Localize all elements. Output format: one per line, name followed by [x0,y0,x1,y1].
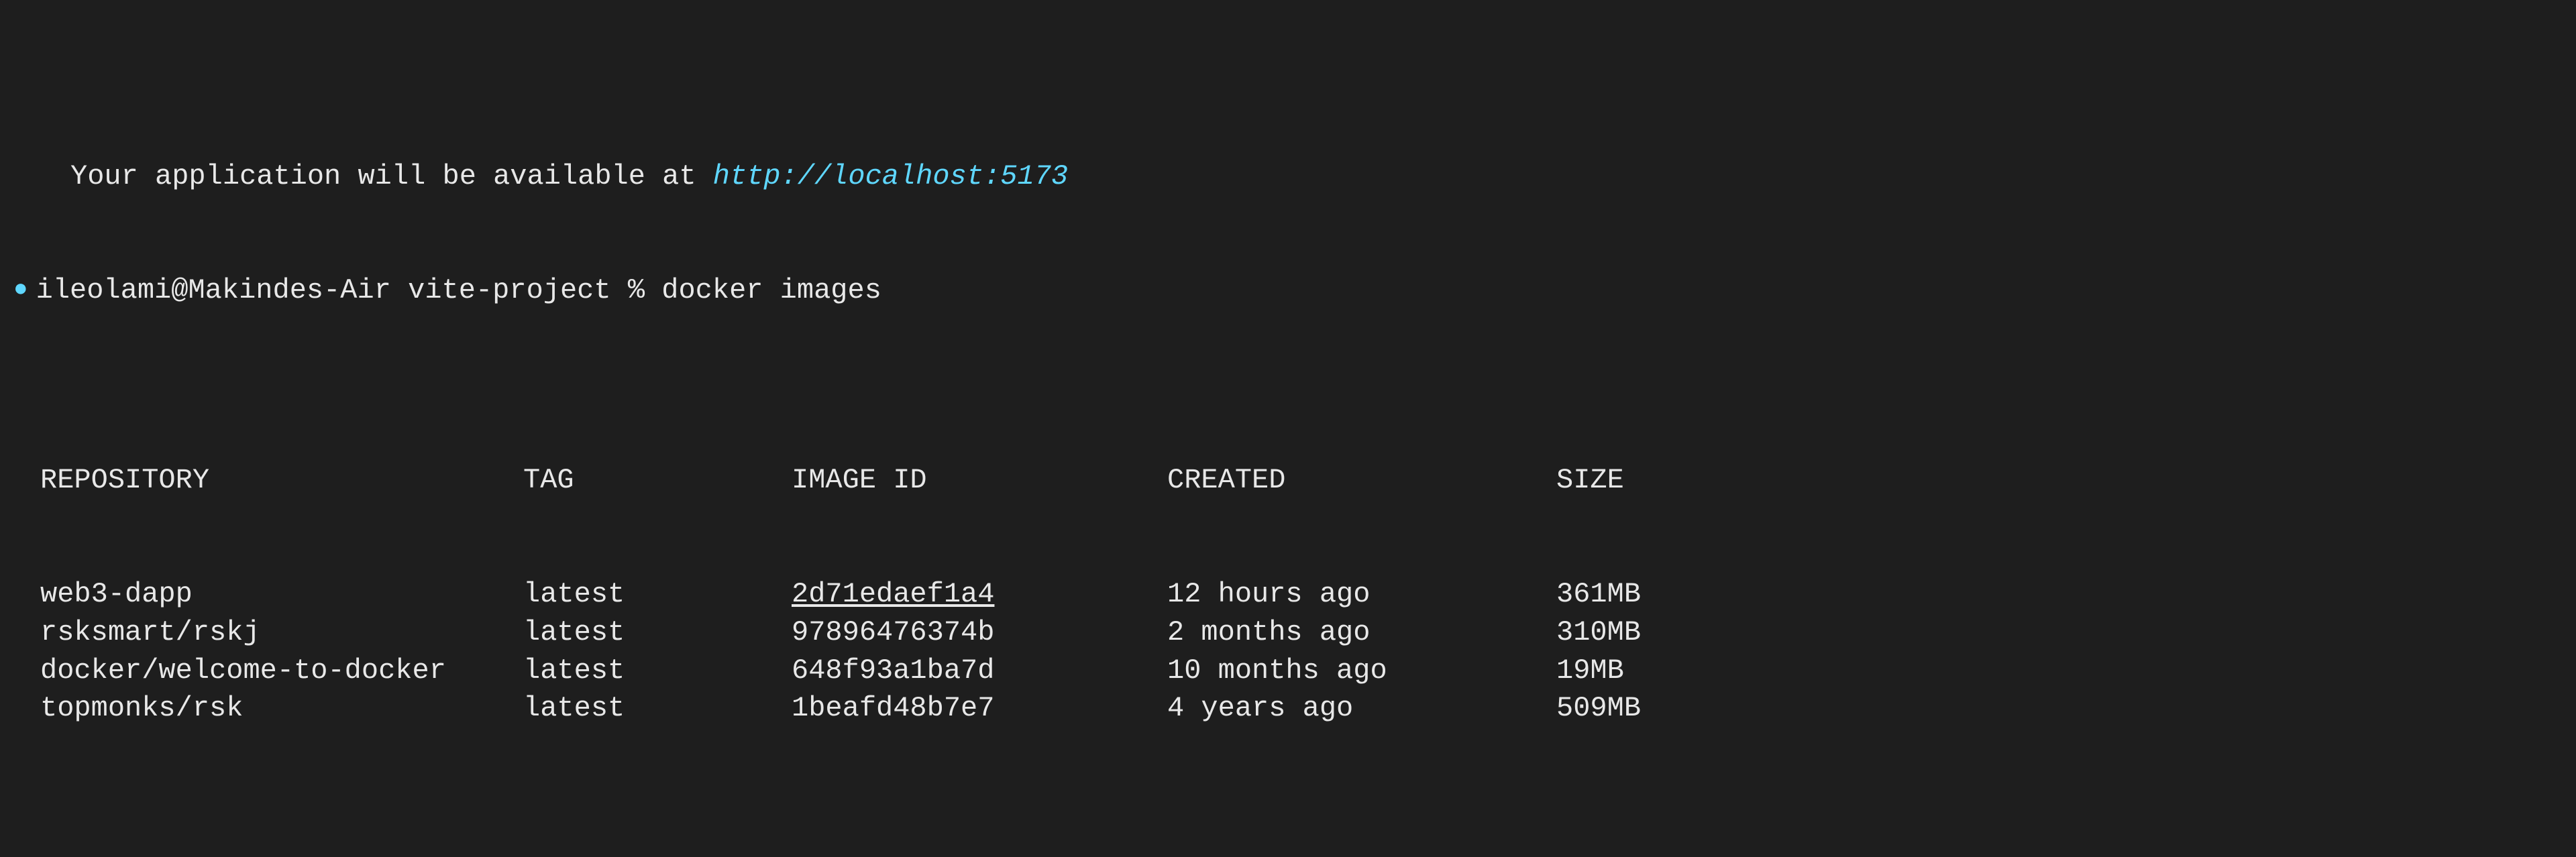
cell-tag: latest [523,575,792,614]
cell-image-id: 97896476374b [792,614,1167,652]
previous-output-text: Your application will be available at [70,160,713,192]
localhost-url: http://localhost:5173 [713,160,1068,192]
cell-tag: latest [523,614,792,652]
prompt-bullet-icon: ● [13,274,28,306]
prompt-host: Makindes-Air [188,274,390,306]
header-image-id: IMAGE ID [792,461,1167,500]
prompt-user: ileolami [36,274,172,306]
previous-output-line: Your application will be available at ht… [13,158,2563,196]
cell-image-id: 1beafd48b7e7 [792,689,1167,728]
header-repository: REPOSITORY [40,461,523,500]
prompt-line[interactable]: ●ileolami@Makindes-Air vite-project % do… [13,272,2563,310]
cell-size: 19MB [1556,652,2563,690]
table-row: rsksmart/rskjlatest97896476374b2 months … [40,614,2563,652]
table-header-row: REPOSITORYTAGIMAGE IDCREATEDSIZE [40,461,2563,500]
header-size: SIZE [1556,461,2563,500]
docker-images-output: REPOSITORYTAGIMAGE IDCREATEDSIZE web3-da… [13,386,2563,766]
cell-size: 310MB [1556,614,2563,652]
table-row: web3-dapplatest2d71edaef1a412 hours ago3… [40,575,2563,614]
cell-created: 10 months ago [1167,652,1556,690]
prompt-symbol: % [628,274,645,306]
cell-created: 4 years ago [1167,689,1556,728]
cell-image-id: 2d71edaef1a4 [792,575,1167,614]
cell-repository: web3-dapp [40,575,523,614]
cell-image-id: 648f93a1ba7d [792,652,1167,690]
cell-created: 2 months ago [1167,614,1556,652]
cell-tag: latest [523,689,792,728]
cell-repository: docker/welcome-to-docker [40,652,523,690]
prompt-at: @ [171,274,188,306]
cell-size: 361MB [1556,575,2563,614]
cell-repository: rsksmart/rskj [40,614,523,652]
header-tag: TAG [523,461,792,500]
cell-tag: latest [523,652,792,690]
table-row: topmonks/rsklatest1beafd48b7e74 years ag… [40,689,2563,728]
cell-size: 509MB [1556,689,2563,728]
header-created: CREATED [1167,461,1556,500]
prompt-path: vite-project [408,274,610,306]
table-row: docker/welcome-to-dockerlatest648f93a1ba… [40,652,2563,690]
cell-repository: topmonks/rsk [40,689,523,728]
command-input[interactable]: docker images [661,274,881,306]
cell-created: 12 hours ago [1167,575,1556,614]
